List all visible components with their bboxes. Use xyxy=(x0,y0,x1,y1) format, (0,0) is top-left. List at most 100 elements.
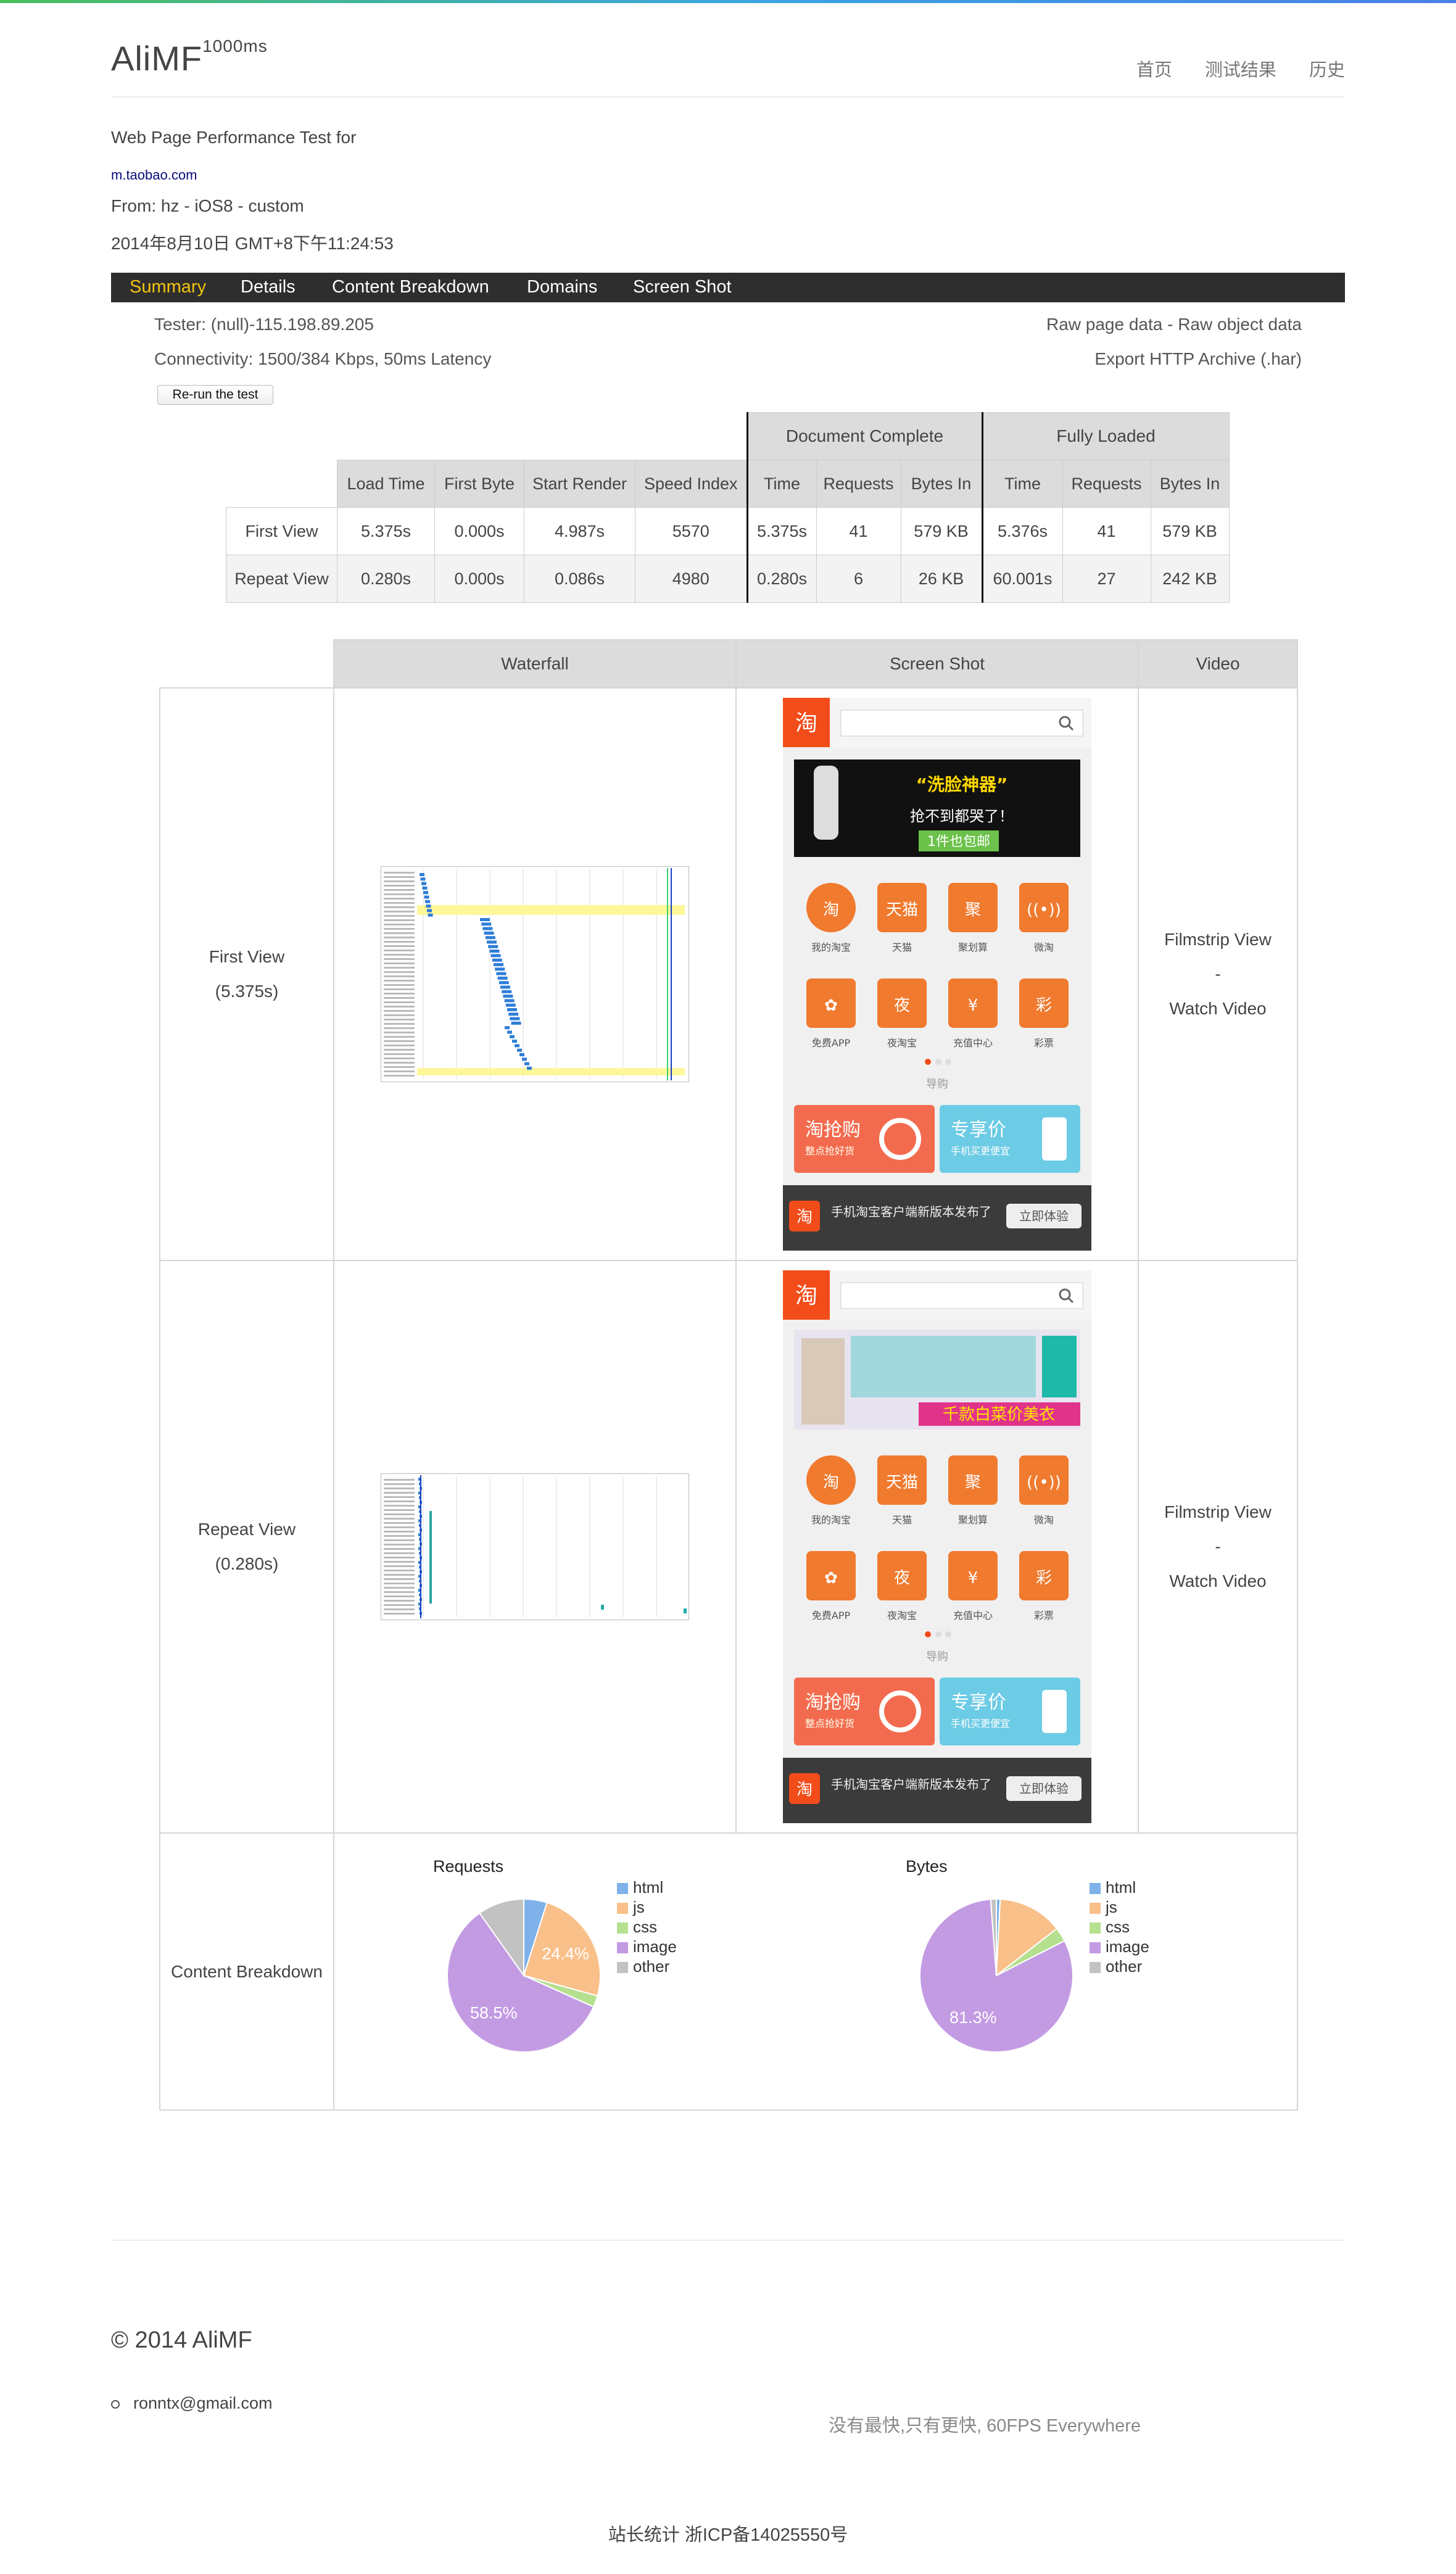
col-full-time: Time xyxy=(981,460,1063,508)
col-full-requests: Requests xyxy=(1062,460,1151,508)
waterfall-request-label xyxy=(384,1006,415,1008)
waterfall-request-label xyxy=(384,1505,415,1507)
waterfall-request-label xyxy=(384,885,415,887)
row-label: First View xyxy=(226,507,337,555)
waterfall-request-label xyxy=(384,898,415,900)
waterfall-request-label xyxy=(384,1574,415,1576)
waterfall-bar xyxy=(421,882,426,885)
waterfall-bar xyxy=(510,1017,520,1020)
svg-text:抢不到都哭了！: 抢不到都哭了！ xyxy=(910,808,1014,825)
views-table: Waterfall Screen Shot Video First View (… xyxy=(159,639,1298,2111)
test-location: From: hz - iOS8 - custom xyxy=(111,196,304,215)
view-name: First View xyxy=(209,947,285,966)
legend-item: css xyxy=(633,1918,657,1936)
waterfall-bar xyxy=(427,909,432,912)
col-full-bytes: Bytes In xyxy=(1150,460,1230,508)
phone-screenshot-first: 淘 “洗脸神器” 抢不到都哭了！ 1件也包邮 淘我的淘宝天猫天猫聚聚划算((•)… xyxy=(783,698,1091,1251)
slogan: 没有最快,只有更快, 60FPS Everywhere xyxy=(829,2416,1141,2436)
watch-video-link[interactable]: Watch Video xyxy=(1139,991,1297,1026)
waterfall-request-label xyxy=(384,1045,415,1046)
repeat-view-row: Repeat View (0.280s) 淘 千款白菜价美衣 淘 我的淘宝 天猫… xyxy=(159,1260,1298,1834)
tab-domains[interactable]: Domains xyxy=(527,277,597,297)
waterfall-bar xyxy=(492,958,502,962)
watch-video-link[interactable]: Watch Video xyxy=(1139,1564,1297,1599)
waterfall-request-label xyxy=(384,1604,415,1606)
waterfall-bar xyxy=(425,900,430,903)
waterfall-request-label xyxy=(384,941,415,943)
svg-text:导购: 导购 xyxy=(926,1078,948,1091)
waterfall-request-label xyxy=(384,1578,415,1580)
legend-item: js xyxy=(1105,1898,1117,1916)
tab-summary[interactable]: Summary xyxy=(130,277,206,297)
nav-history[interactable]: 历史 xyxy=(1309,60,1345,80)
waterfall-bar xyxy=(489,950,500,953)
tab-details[interactable]: Details xyxy=(241,277,296,297)
waterfall-request-label xyxy=(384,1492,415,1494)
email-text: ronntx@gmail.com xyxy=(133,2394,273,2412)
rerun-test-button[interactable]: Re-run the test xyxy=(157,385,273,405)
filmstrip-view-link[interactable]: Filmstrip View xyxy=(1139,1495,1297,1529)
taobao-logo-icon: 淘 xyxy=(795,1283,817,1309)
waterfall-bar xyxy=(527,1066,532,1070)
nav-home[interactable]: 首页 xyxy=(1136,60,1172,80)
filmstrip-view-link[interactable]: Filmstrip View xyxy=(1139,922,1297,957)
waterfall-request-label xyxy=(384,1070,415,1072)
waterfall-request-label xyxy=(384,928,415,930)
waterfall-thumbnail[interactable] xyxy=(381,866,689,1082)
waterfall-bar xyxy=(480,918,490,921)
waterfall-bar xyxy=(504,999,515,1003)
content-breakdown-cell: Requests 24.4% 58.5% html js css image other Byt… xyxy=(333,1832,1298,2111)
table-cell: 242 KB xyxy=(1150,555,1230,603)
screenshot-repeat-view[interactable]: 淘 千款白菜价美衣 淘我的淘宝 天猫 天猫聚聚划算 ((•)) 微淘 ✿ 免费APP 夜夜淘宝… xyxy=(783,1270,1091,1823)
app-icon-label: 夜淘宝 xyxy=(887,1037,917,1049)
tab-content-breakdown[interactable]: Content Breakdown xyxy=(332,277,489,297)
legend-swatch xyxy=(617,1942,628,1953)
screenshot-first-view[interactable]: 淘 “洗脸神器” 抢不到都哭了！ 1件也包邮 淘我的淘宝 天猫 天猫聚聚划算 ((•)… xyxy=(783,698,1091,1251)
svg-text:立即体验: 立即体验 xyxy=(1019,1781,1069,1796)
svg-text:整点抢好货: 整点抢好货 xyxy=(805,1145,854,1157)
app-icon-glyph: ✿ xyxy=(824,1569,838,1587)
waterfall-bar xyxy=(422,886,428,890)
col-start-render: Start Render xyxy=(524,460,635,508)
waterfall-request-label xyxy=(384,937,415,938)
app-icon-label: 天猫 xyxy=(892,1514,912,1526)
table-cell: 41 xyxy=(1062,507,1151,555)
view-name: Repeat View xyxy=(197,1520,296,1539)
bullet-icon xyxy=(111,2399,120,2409)
app-icon-glyph: 彩 xyxy=(1036,996,1052,1015)
first-view-row: First View (5.375s) 淘 “洗脸神器” 抢不到都哭了！ 1件也… xyxy=(159,687,1298,1261)
svg-text:立即体验: 立即体验 xyxy=(1019,1209,1069,1223)
export-har-link[interactable]: Export HTTP Archive (.har) xyxy=(1094,349,1302,369)
contact-email[interactable]: ronntx@gmail.com xyxy=(111,2394,272,2413)
waterfall-request-label xyxy=(384,924,415,925)
tested-url-link[interactable]: m.taobao.com xyxy=(111,167,197,183)
raw-data-links[interactable]: Raw page data - Raw object data xyxy=(1046,315,1302,334)
app-icon-label: 我的淘宝 xyxy=(811,941,851,953)
waterfall-bar xyxy=(511,1021,521,1025)
icp-footer[interactable]: 站长统计 浙ICP备14025550号 xyxy=(0,2520,1456,2546)
waterfall-request-label xyxy=(384,1613,415,1615)
waterfall-request-label xyxy=(384,1535,415,1537)
waterfall-bar xyxy=(485,936,495,940)
fully-loaded-header: Fully Loaded xyxy=(981,412,1230,460)
main-nav: 首页 测试结果 历史 xyxy=(1109,56,1345,81)
waterfall-chart-first xyxy=(384,868,685,1080)
screenshot-cell: 淘 “洗脸神器” 抢不到都哭了！ 1件也包邮 淘我的淘宝 天猫 天猫聚聚划算 ((•)… xyxy=(735,687,1139,1261)
waterfall-request-label xyxy=(384,1023,415,1025)
nav-results[interactable]: 测试结果 xyxy=(1205,60,1276,80)
legend-item: other xyxy=(633,1957,670,1976)
app-icon-label: 聚划算 xyxy=(958,1514,988,1526)
table-cell: 0.280s xyxy=(337,555,435,603)
waterfall-bar xyxy=(482,927,493,930)
app-icon-glyph: 淘 xyxy=(823,1473,839,1492)
table-cell: 41 xyxy=(816,507,901,555)
waterfall-thumbnail[interactable] xyxy=(381,1473,689,1620)
legend-swatch xyxy=(1090,1962,1101,1973)
waterfall-request-label xyxy=(384,1066,415,1068)
waterfall-bar xyxy=(508,1012,519,1016)
tab-screen-shot[interactable]: Screen Shot xyxy=(633,277,732,297)
first-view-label: First View (5.375s) xyxy=(159,687,334,1261)
app-icon-label: 充值中心 xyxy=(953,1037,993,1049)
waterfall-request-label xyxy=(384,1544,415,1546)
site-logo[interactable]: AliMF1000ms xyxy=(111,36,268,78)
